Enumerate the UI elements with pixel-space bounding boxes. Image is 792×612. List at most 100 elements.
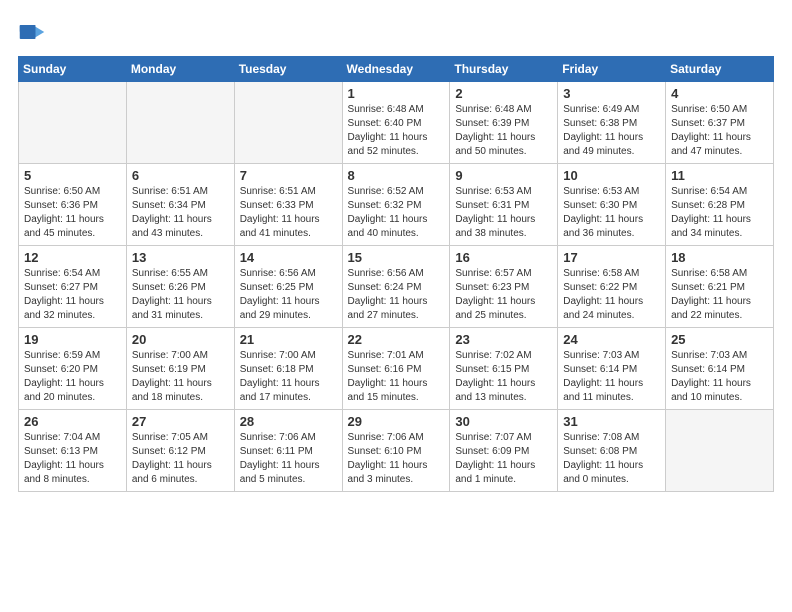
day-info: Sunrise: 6:56 AM Sunset: 6:25 PM Dayligh… — [240, 267, 337, 323]
day-info: Sunrise: 6:53 AM Sunset: 6:30 PM Dayligh… — [563, 185, 660, 241]
calendar-cell: 23 Sunrise: 7:02 AM Sunset: 6:15 PM Dayli… — [450, 328, 558, 410]
calendar-cell — [234, 82, 342, 164]
week-row-5: 26 Sunrise: 7:04 AM Sunset: 6:13 PM Dayli… — [19, 410, 774, 492]
day-info: Sunrise: 6:51 AM Sunset: 6:34 PM Dayligh… — [132, 185, 229, 241]
header — [18, 18, 774, 46]
calendar-cell: 19 Sunrise: 6:59 AM Sunset: 6:20 PM Dayli… — [19, 328, 127, 410]
calendar-cell: 15 Sunrise: 6:56 AM Sunset: 6:24 PM Dayli… — [342, 246, 450, 328]
calendar-cell: 21 Sunrise: 7:00 AM Sunset: 6:18 PM Dayli… — [234, 328, 342, 410]
calendar-cell: 2Sunrise: 6:48 AM Sunset: 6:39 PM Daylig… — [450, 82, 558, 164]
day-info: Sunrise: 6:59 AM Sunset: 6:20 PM Dayligh… — [24, 349, 121, 405]
calendar-cell: 7Sunrise: 6:51 AM Sunset: 6:33 PM Daylig… — [234, 164, 342, 246]
calendar-cell: 22Sunrise: 7:01 AM Sunset: 6:16 PM Dayli… — [342, 328, 450, 410]
calendar-cell: 3 Sunrise: 6:49 AM Sunset: 6:38 PM Daylig… — [558, 82, 666, 164]
day-number: 13 — [132, 250, 229, 265]
calendar-cell: 27 Sunrise: 7:05 AM Sunset: 6:12 PM Dayli… — [126, 410, 234, 492]
day-info: Sunrise: 7:06 AM Sunset: 6:10 PM Dayligh… — [348, 431, 445, 487]
weekday-header-tuesday: Tuesday — [234, 57, 342, 82]
day-number: 9 — [455, 168, 552, 183]
calendar-cell: 26 Sunrise: 7:04 AM Sunset: 6:13 PM Dayli… — [19, 410, 127, 492]
day-number: 25 — [671, 332, 768, 347]
day-info: Sunrise: 6:58 AM Sunset: 6:22 PM Dayligh… — [563, 267, 660, 323]
calendar-cell: 16 Sunrise: 6:57 AM Sunset: 6:23 PM Dayli… — [450, 246, 558, 328]
day-number: 8 — [348, 168, 445, 183]
calendar-cell: 11 Sunrise: 6:54 AM Sunset: 6:28 PM Dayli… — [666, 164, 774, 246]
logo — [18, 18, 48, 46]
day-info: Sunrise: 6:48 AM Sunset: 6:40 PM Dayligh… — [348, 103, 445, 159]
day-info: Sunrise: 6:49 AM Sunset: 6:38 PM Dayligh… — [563, 103, 660, 159]
calendar-cell: 5Sunrise: 6:50 AM Sunset: 6:36 PM Daylig… — [19, 164, 127, 246]
day-number: 19 — [24, 332, 121, 347]
day-info: Sunrise: 7:02 AM Sunset: 6:15 PM Dayligh… — [455, 349, 552, 405]
calendar-cell: 13 Sunrise: 6:55 AM Sunset: 6:26 PM Dayli… — [126, 246, 234, 328]
day-info: Sunrise: 6:55 AM Sunset: 6:26 PM Dayligh… — [132, 267, 229, 323]
calendar-cell — [126, 82, 234, 164]
week-row-3: 12 Sunrise: 6:54 AM Sunset: 6:27 PM Dayli… — [19, 246, 774, 328]
day-number: 1 — [348, 86, 445, 101]
day-number: 14 — [240, 250, 337, 265]
day-info: Sunrise: 7:04 AM Sunset: 6:13 PM Dayligh… — [24, 431, 121, 487]
day-number: 20 — [132, 332, 229, 347]
day-info: Sunrise: 7:08 AM Sunset: 6:08 PM Dayligh… — [563, 431, 660, 487]
day-number: 31 — [563, 414, 660, 429]
day-number: 2 — [455, 86, 552, 101]
calendar-cell: 8 Sunrise: 6:52 AM Sunset: 6:32 PM Daylig… — [342, 164, 450, 246]
calendar-cell: 9 Sunrise: 6:53 AM Sunset: 6:31 PM Daylig… — [450, 164, 558, 246]
weekday-header-sunday: Sunday — [19, 57, 127, 82]
week-row-4: 19 Sunrise: 6:59 AM Sunset: 6:20 PM Dayli… — [19, 328, 774, 410]
day-number: 16 — [455, 250, 552, 265]
day-number: 29 — [348, 414, 445, 429]
day-info: Sunrise: 6:54 AM Sunset: 6:28 PM Dayligh… — [671, 185, 768, 241]
calendar-cell: 10 Sunrise: 6:53 AM Sunset: 6:30 PM Dayli… — [558, 164, 666, 246]
day-number: 21 — [240, 332, 337, 347]
day-info: Sunrise: 7:00 AM Sunset: 6:18 PM Dayligh… — [240, 349, 337, 405]
day-info: Sunrise: 7:05 AM Sunset: 6:12 PM Dayligh… — [132, 431, 229, 487]
day-number: 22 — [348, 332, 445, 347]
day-info: Sunrise: 7:03 AM Sunset: 6:14 PM Dayligh… — [671, 349, 768, 405]
day-number: 28 — [240, 414, 337, 429]
day-info: Sunrise: 6:58 AM Sunset: 6:21 PM Dayligh… — [671, 267, 768, 323]
day-number: 30 — [455, 414, 552, 429]
day-number: 12 — [24, 250, 121, 265]
day-info: Sunrise: 6:52 AM Sunset: 6:32 PM Dayligh… — [348, 185, 445, 241]
day-info: Sunrise: 6:57 AM Sunset: 6:23 PM Dayligh… — [455, 267, 552, 323]
calendar-cell: 30 Sunrise: 7:07 AM Sunset: 6:09 PM Dayli… — [450, 410, 558, 492]
week-row-2: 5Sunrise: 6:50 AM Sunset: 6:36 PM Daylig… — [19, 164, 774, 246]
day-info: Sunrise: 6:54 AM Sunset: 6:27 PM Dayligh… — [24, 267, 121, 323]
day-info: Sunrise: 7:06 AM Sunset: 6:11 PM Dayligh… — [240, 431, 337, 487]
day-info: Sunrise: 7:00 AM Sunset: 6:19 PM Dayligh… — [132, 349, 229, 405]
calendar-cell: 1 Sunrise: 6:48 AM Sunset: 6:40 PM Daylig… — [342, 82, 450, 164]
page: SundayMondayTuesdayWednesdayThursdayFrid… — [0, 0, 792, 612]
day-number: 23 — [455, 332, 552, 347]
day-info: Sunrise: 6:51 AM Sunset: 6:33 PM Dayligh… — [240, 185, 337, 241]
day-info: Sunrise: 6:56 AM Sunset: 6:24 PM Dayligh… — [348, 267, 445, 323]
day-number: 18 — [671, 250, 768, 265]
day-number: 10 — [563, 168, 660, 183]
weekday-header-saturday: Saturday — [666, 57, 774, 82]
week-row-1: 1 Sunrise: 6:48 AM Sunset: 6:40 PM Daylig… — [19, 82, 774, 164]
day-number: 27 — [132, 414, 229, 429]
calendar-cell: 14 Sunrise: 6:56 AM Sunset: 6:25 PM Dayli… — [234, 246, 342, 328]
day-number: 15 — [348, 250, 445, 265]
day-number: 11 — [671, 168, 768, 183]
day-number: 3 — [563, 86, 660, 101]
calendar: SundayMondayTuesdayWednesdayThursdayFrid… — [18, 56, 774, 492]
calendar-cell: 29 Sunrise: 7:06 AM Sunset: 6:10 PM Dayli… — [342, 410, 450, 492]
day-number: 6 — [132, 168, 229, 183]
weekday-header-monday: Monday — [126, 57, 234, 82]
day-info: Sunrise: 7:07 AM Sunset: 6:09 PM Dayligh… — [455, 431, 552, 487]
weekday-header-friday: Friday — [558, 57, 666, 82]
calendar-cell — [666, 410, 774, 492]
day-info: Sunrise: 6:53 AM Sunset: 6:31 PM Dayligh… — [455, 185, 552, 241]
calendar-cell: 12 Sunrise: 6:54 AM Sunset: 6:27 PM Dayli… — [19, 246, 127, 328]
calendar-cell: 20 Sunrise: 7:00 AM Sunset: 6:19 PM Dayli… — [126, 328, 234, 410]
calendar-cell — [19, 82, 127, 164]
day-info: Sunrise: 6:50 AM Sunset: 6:37 PM Dayligh… — [671, 103, 768, 159]
day-number: 4 — [671, 86, 768, 101]
calendar-cell: 6 Sunrise: 6:51 AM Sunset: 6:34 PM Daylig… — [126, 164, 234, 246]
day-number: 26 — [24, 414, 121, 429]
day-number: 5 — [24, 168, 121, 183]
calendar-cell: 24Sunrise: 7:03 AM Sunset: 6:14 PM Dayli… — [558, 328, 666, 410]
calendar-cell: 28 Sunrise: 7:06 AM Sunset: 6:11 PM Dayli… — [234, 410, 342, 492]
day-number: 17 — [563, 250, 660, 265]
